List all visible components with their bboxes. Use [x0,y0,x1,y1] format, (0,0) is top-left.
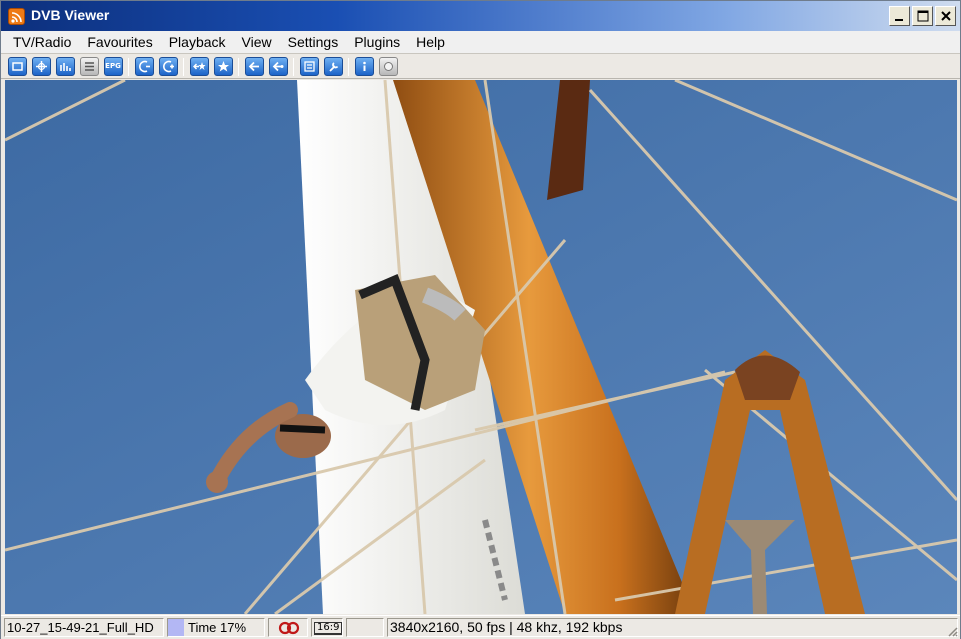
record-button[interactable] [378,57,398,76]
menu-help[interactable]: Help [408,32,453,52]
status-filename: 10-27_15-49-21_Full_HD [4,618,164,637]
previous-favourite-button[interactable] [189,57,209,76]
record-icon [383,62,393,71]
previous-channel-button[interactable] [134,57,154,76]
list-icon [84,62,94,71]
menu-bar: TV/Radio Favourites Playback View Settin… [1,31,960,54]
menu-playback[interactable]: Playback [161,32,234,52]
maximize-button[interactable] [912,6,933,26]
menu-favourites[interactable]: Favourites [79,32,160,52]
close-button[interactable] [935,6,956,26]
status-stream-info: 3840x2160, 50 fps | 48 khz, 192 kbps [387,618,958,637]
menu-tv-radio[interactable]: TV/Radio [5,32,79,52]
bar-chart-icon [59,63,71,71]
signal-button[interactable] [55,57,75,76]
channel-minus-icon [138,60,150,73]
maximize-icon [917,10,929,22]
minimize-button[interactable] [889,6,910,26]
video-frame [5,80,957,614]
toolbar-separator [183,57,184,76]
resize-grip-icon[interactable] [946,625,958,637]
minimize-icon [895,19,903,21]
channel-list-icon [303,61,315,72]
window-icon [11,62,23,71]
epg-button[interactable]: EPG [103,57,123,76]
status-empty-pane [346,618,384,637]
move-button[interactable] [31,57,51,76]
title-bar[interactable]: DVB Viewer [1,1,960,31]
options-button[interactable] [323,57,343,76]
audio-channels-icon [278,621,300,635]
toolbar-separator [238,57,239,76]
rss-feed-icon[interactable] [8,8,25,25]
status-bar: 10-27_15-49-21_Full_HD Time 17% 16:9 384… [1,615,960,639]
caption-buttons [889,6,956,26]
toolbar: EPG [1,55,960,79]
video-display[interactable] [5,80,957,614]
info-icon [362,61,366,71]
menu-view[interactable]: View [234,32,280,52]
epg-label: EPG [105,62,121,70]
toolbar-separator [348,57,349,76]
toolbar-separator [293,57,294,76]
next-channel-button[interactable] [158,57,178,76]
info-button[interactable] [354,57,374,76]
back-button[interactable] [244,57,264,76]
next-favourite-button[interactable] [213,57,233,76]
menu-settings[interactable]: Settings [280,32,347,52]
status-aspect-ratio[interactable]: 16:9 [311,618,343,637]
aspect-ratio-label: 16:9 [314,622,342,635]
star-back-icon [192,62,205,70]
wrench-icon [328,62,338,72]
time-label: Time 17% [188,620,247,635]
channel-list-button[interactable] [299,57,319,76]
status-audio[interactable] [268,618,308,637]
status-time-progress[interactable]: Time 17% [167,618,265,637]
forward-button[interactable] [268,57,288,76]
star-icon [217,61,229,72]
move-arrows-icon [35,61,47,72]
arrow-left-icon [248,61,259,72]
fullscreen-button[interactable] [7,57,27,76]
channel-plus-icon [162,60,174,73]
menu-plugins[interactable]: Plugins [346,32,408,52]
close-icon [941,11,951,21]
arrow-return-icon [272,61,283,72]
list-button[interactable] [79,57,99,76]
toolbar-separator [128,57,129,76]
window-title: DVB Viewer [31,7,110,23]
app-window: DVB Viewer TV/Radio Favourites Playback … [0,0,961,639]
